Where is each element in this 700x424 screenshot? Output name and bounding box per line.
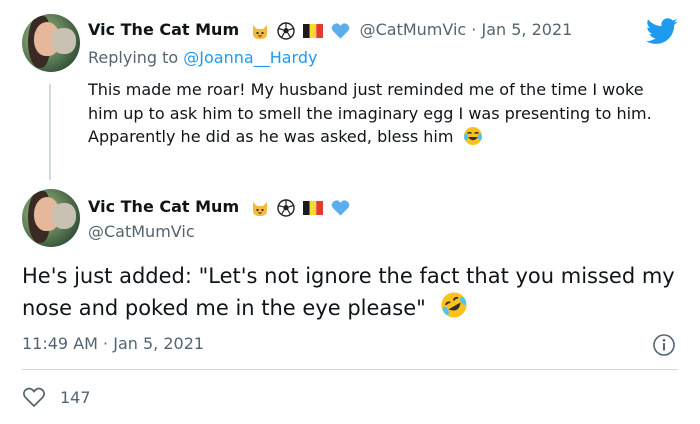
cat-face-icon: [253, 201, 268, 216]
like-button[interactable]: 147: [22, 384, 91, 410]
author-handle[interactable]: @CatMumVic: [88, 220, 195, 244]
reply-tweet-body: This made me roar! My husband just remin…: [88, 80, 652, 146]
rolling-on-floor-laughing-icon: [441, 292, 467, 318]
blue-heart-icon: [332, 199, 350, 216]
info-icon[interactable]: [652, 333, 676, 357]
separator: ·: [471, 20, 477, 39]
face-with-tears-of-joy-icon: [463, 127, 482, 145]
author-name[interactable]: Vic The Cat Mum: [88, 20, 239, 39]
like-count: 147: [60, 387, 91, 407]
main-tweet-body: He's just added: "Let's not ignore the f…: [22, 264, 675, 320]
reply-header: Vic The Cat Mum @CatMumVic · Jan 5, 2021: [88, 18, 572, 42]
avatar[interactable]: [22, 189, 80, 247]
twitter-bird-icon[interactable]: [646, 18, 678, 45]
author-handle[interactable]: @CatMumVic: [360, 20, 467, 39]
author-emojis: [248, 197, 350, 217]
replying-to-handle[interactable]: @Joanna__Hardy: [183, 48, 317, 67]
tweet-date[interactable]: Jan 5, 2021: [113, 334, 204, 353]
author-emojis: [248, 20, 355, 40]
main-tweet-text: He's just added: "Let's not ignore the f…: [22, 260, 687, 324]
separator: ·: [103, 334, 109, 353]
blue-heart-icon: [332, 22, 350, 39]
replying-to: Replying to @Joanna__Hardy: [88, 46, 317, 70]
main-author-name-row: Vic The Cat Mum: [88, 195, 350, 219]
belgium-flag-icon: [303, 200, 324, 215]
heart-outline-icon[interactable]: [22, 386, 46, 408]
thread-line: [49, 84, 51, 180]
soccer-ball-icon: [277, 198, 295, 217]
cat-face-icon: [253, 24, 268, 39]
tweet-date[interactable]: Jan 5, 2021: [481, 20, 572, 39]
divider: [22, 369, 678, 370]
author-name[interactable]: Vic The Cat Mum: [88, 197, 239, 216]
tweet-timestamp: 11:49 AM · Jan 5, 2021: [22, 332, 204, 356]
reply-tweet-text: This made me roar! My husband just remin…: [88, 78, 663, 149]
belgium-flag-icon: [303, 23, 324, 38]
replying-to-label: Replying to: [88, 48, 179, 67]
avatar[interactable]: [22, 14, 80, 72]
tweet-time[interactable]: 11:49 AM: [22, 334, 98, 353]
soccer-ball-icon: [277, 21, 295, 40]
